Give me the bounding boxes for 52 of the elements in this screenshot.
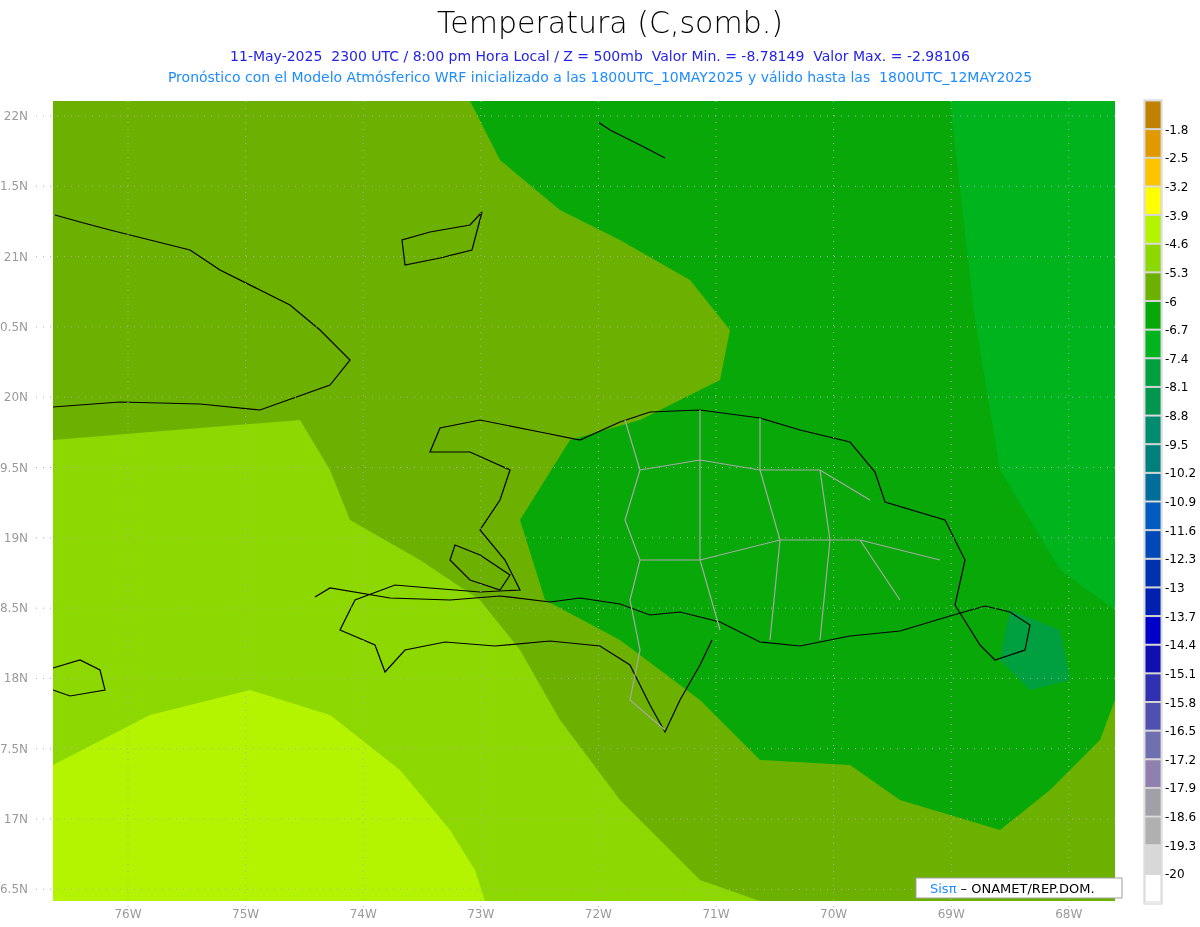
latitude-label: 18N [3, 671, 28, 686]
legend-label: -15.1 [1165, 666, 1197, 681]
longitude-label: 71W [702, 907, 730, 921]
legend-label: -9.5 [1165, 437, 1189, 452]
latitude-label: 8.5N [0, 601, 28, 616]
legend-label: -20 [1165, 867, 1185, 882]
legend-label: -13 [1165, 580, 1185, 595]
legend-label: -17.9 [1165, 781, 1197, 796]
latitude-label: 20N [3, 390, 28, 405]
legend-label: -16.5 [1165, 724, 1197, 739]
legend-label: -10.9 [1165, 495, 1197, 509]
latitude-label: 21N [3, 249, 28, 264]
legend-label: -1.8 [1165, 122, 1189, 137]
legend-label: -12.3 [1165, 552, 1197, 567]
latitude-label: 19N [3, 530, 28, 545]
legend-label: -8.8 [1165, 409, 1189, 424]
longitude-label: 69W [937, 907, 965, 921]
longitude-label: 75W [232, 907, 260, 921]
legend-label: -6 [1165, 294, 1177, 309]
chart-title: Temperatura (C,somb.) [437, 5, 783, 40]
legend-label: -10.2 [1165, 466, 1197, 481]
legend-label: -7.4 [1165, 351, 1189, 366]
legend-label: -3.9 [1165, 208, 1189, 223]
chart-subtitle: Pronóstico con el Modelo Atmósferico WRF inicializado a las 1800UTC_10MAY2025 y válido hasta las 1800UTC_12MAY2025 [167, 69, 1033, 85]
longitude-label: 76W [114, 907, 142, 921]
legend-label: -4.6 [1165, 237, 1189, 252]
latitude-label: 6.5N [0, 882, 28, 897]
latitude-label: 22N [3, 109, 28, 123]
latitude-label: 7.5N [0, 741, 28, 756]
legend-label: -8.1 [1165, 380, 1189, 395]
latitude-label: 0.5N [0, 319, 28, 334]
legend-label: -6.7 [1165, 323, 1189, 338]
legend-label: -17.2 [1165, 752, 1197, 767]
latitude-label: 17N [3, 812, 28, 826]
credit-label: Sisπ – ONAMET/REP.DOM. [915, 877, 1123, 899]
longitude-label: 70W [820, 907, 848, 921]
latitude-label: 1.5N [0, 179, 28, 194]
longitude-label: 74W [349, 907, 377, 921]
longitude-label: 72W [584, 907, 612, 921]
legend-label: -15.8 [1165, 695, 1197, 710]
legend-label: -13.7 [1165, 609, 1197, 624]
legend-label: -2.5 [1165, 151, 1189, 166]
legend-label: -18.6 [1165, 810, 1197, 825]
legend-label: -14.4 [1165, 638, 1197, 653]
legend-label: -19.3 [1165, 838, 1197, 853]
longitude-label: 73W [467, 907, 495, 921]
longitude-label: 68W [1055, 907, 1083, 921]
latitude-label: 9.5N [0, 460, 28, 475]
legend-label: -11.6 [1165, 523, 1197, 538]
legend-label: -5.3 [1165, 265, 1189, 280]
legend-label: -3.2 [1165, 179, 1189, 194]
chart-subtitle: 11-May-2025 2300 UTC / 8:00 pm Hora Local / Z = 500mb Valor Min. = -8.78149 Valor Max. = -2.98106 [230, 48, 970, 64]
